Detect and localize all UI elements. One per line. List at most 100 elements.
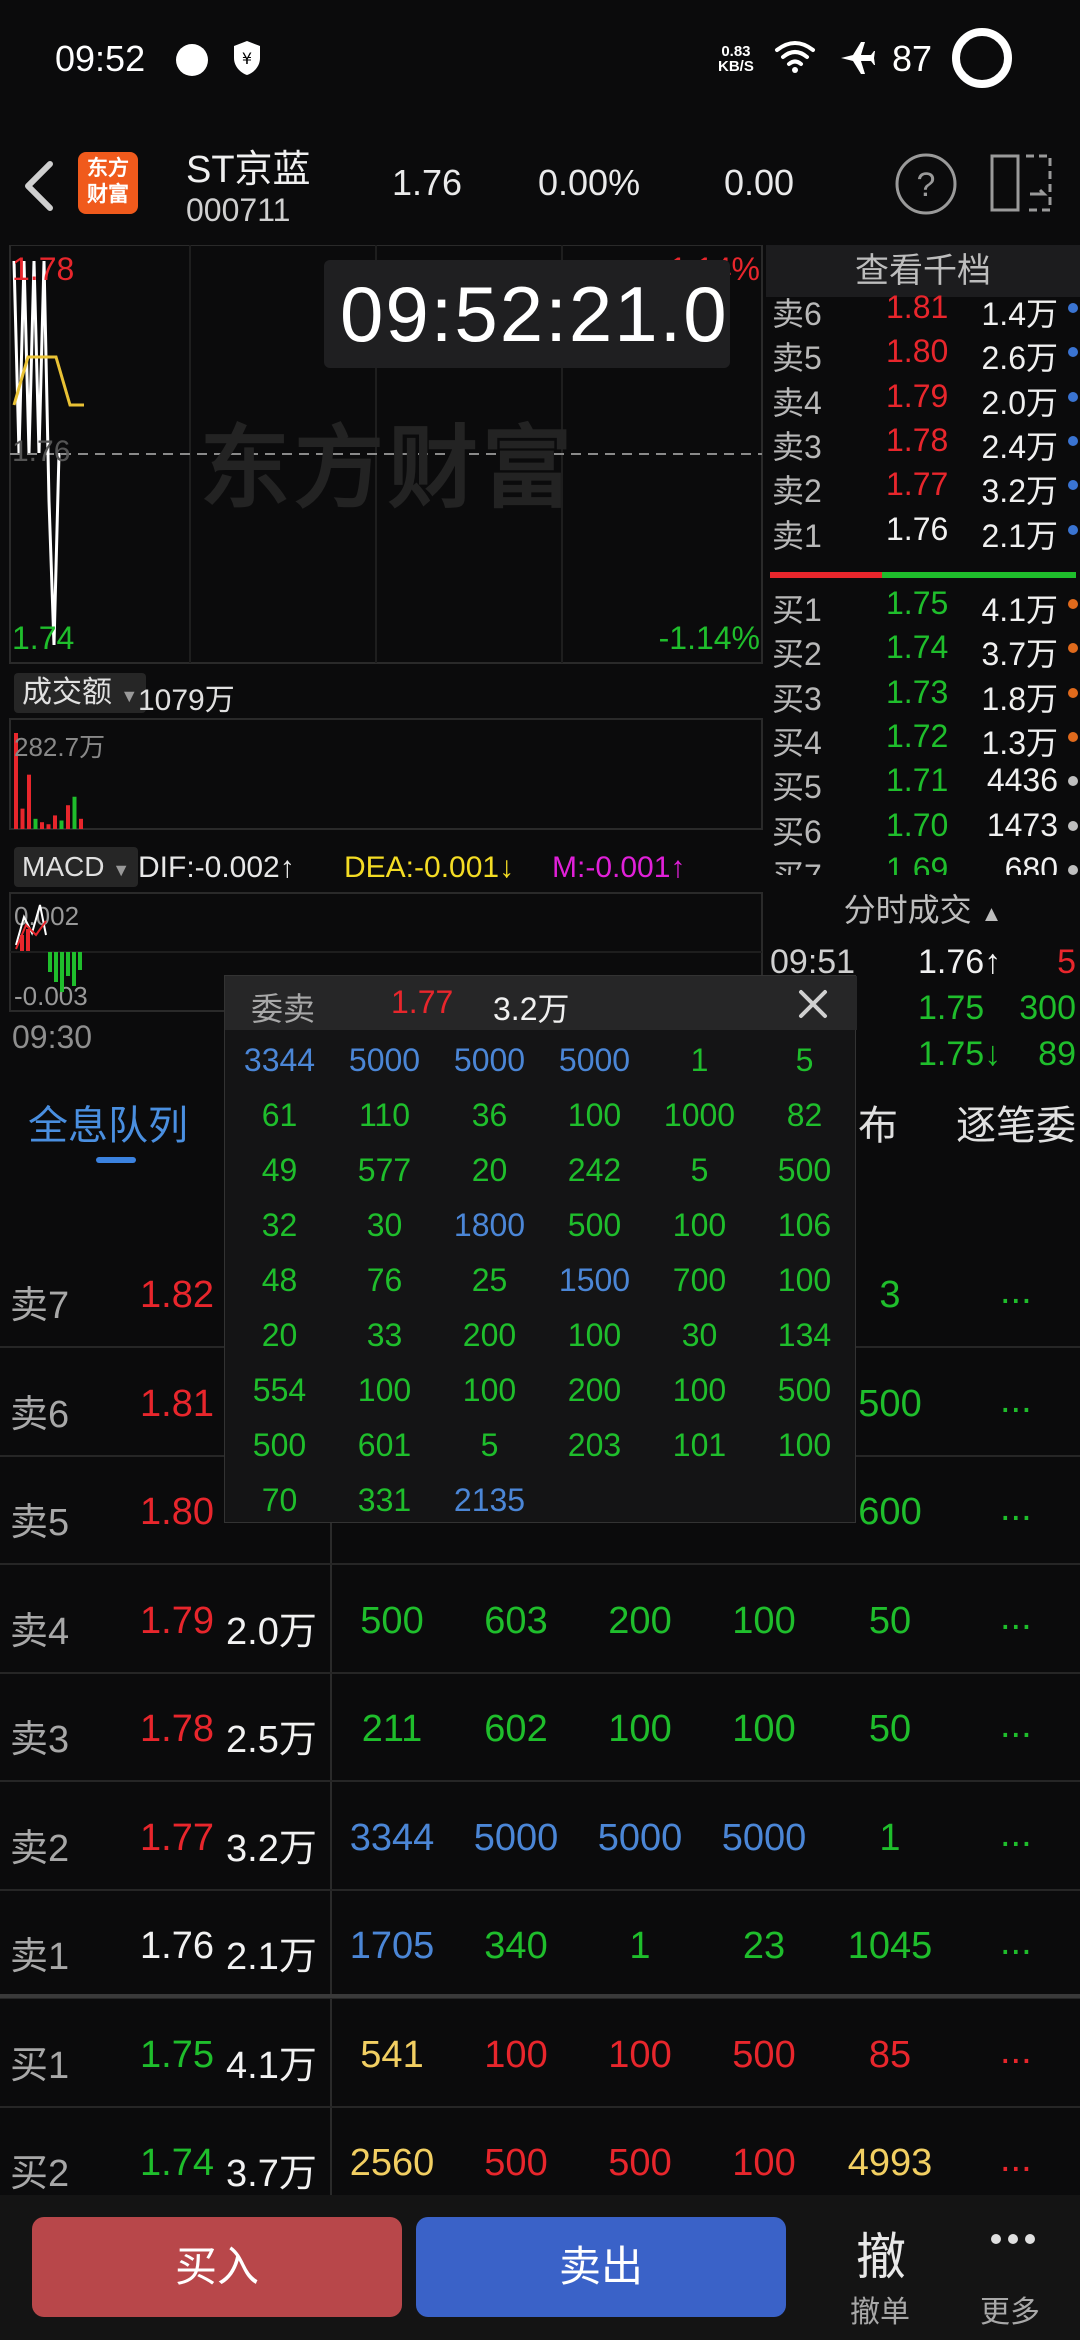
queue-order-size: 2560 bbox=[349, 2142, 435, 2184]
svg-text:¥: ¥ bbox=[242, 49, 252, 68]
popup-order-size: 25 bbox=[471, 1262, 508, 1298]
queue-price: 1.74 bbox=[140, 2142, 214, 2184]
intraday-chart[interactable]: 东方财富 1.78 1.76 1.74 1.14% -1.14% 09:52:2… bbox=[0, 245, 766, 1075]
ask-price: 1.81 bbox=[886, 289, 949, 325]
popup-order-size: 5000 bbox=[348, 1042, 421, 1078]
more-orders-button[interactable]: ... bbox=[1000, 1379, 1032, 1422]
queue-level: 买2 bbox=[10, 2153, 70, 2195]
queue-row[interactable]: 卖1 1.76 2.1万 1705 340 1 23 1045... bbox=[0, 1891, 1080, 1999]
status-dot bbox=[1068, 731, 1078, 742]
bid-row[interactable]: 买5 1.71 4436 bbox=[766, 762, 1080, 806]
more-orders-button[interactable]: ... bbox=[1000, 2030, 1032, 2073]
bid-volume: 1.3万 bbox=[981, 724, 1059, 761]
bid-volume: 4436 bbox=[986, 762, 1058, 799]
more-orders-button[interactable]: ... bbox=[1000, 1596, 1032, 1639]
bid-label: 买1 bbox=[772, 592, 822, 628]
bid-row[interactable]: 买3 1.73 1.8万 bbox=[766, 674, 1080, 718]
status-dot bbox=[1068, 391, 1078, 402]
bid-row[interactable]: 买6 1.70 1473 bbox=[766, 807, 1080, 851]
tab-distribution[interactable]: 布 bbox=[858, 1093, 898, 1151]
bid-label: 买5 bbox=[772, 769, 822, 806]
popup-order-size: 49 bbox=[261, 1152, 298, 1188]
more-orders-button[interactable]: ... bbox=[1000, 2138, 1032, 2181]
bid-row[interactable]: 买4 1.72 1.3万 bbox=[766, 718, 1080, 762]
ask-row[interactable]: 卖4 1.79 2.0万 bbox=[766, 378, 1080, 422]
more-orders-button[interactable]: ... bbox=[1000, 1813, 1032, 1856]
queue-order-size: 541 bbox=[360, 2033, 424, 2076]
queue-level: 卖2 bbox=[10, 1827, 70, 1870]
app-logo: 东方 财富 bbox=[78, 152, 138, 214]
queue-price: 1.81 bbox=[140, 1382, 214, 1425]
queue-row[interactable]: 买1 1.75 4.1万 541 100 100 500 85... bbox=[0, 2000, 1080, 2108]
queue-row[interactable]: 卖3 1.78 2.5万 211 602 100 100 50... bbox=[0, 1674, 1080, 1782]
more-label[interactable]: 更多 bbox=[980, 2287, 1040, 2331]
popup-order-size: 20 bbox=[471, 1152, 508, 1188]
bid-label: 买4 bbox=[772, 724, 822, 761]
ask-row[interactable]: 卖3 1.78 2.4万 bbox=[766, 422, 1080, 466]
bid-volume: 1.8万 bbox=[981, 680, 1059, 717]
queue-order-size: 1045 bbox=[847, 1925, 933, 1967]
popup-order-size: 500 bbox=[777, 1372, 832, 1408]
status-dot bbox=[1068, 303, 1078, 313]
bid-row[interactable]: 买7 1.69 680 bbox=[766, 851, 1080, 875]
buy-button[interactable]: 买入 bbox=[32, 2217, 402, 2317]
popup-order-size: 101 bbox=[672, 1427, 727, 1463]
back-arrow-icon[interactable] bbox=[18, 158, 62, 214]
queue-order-size: 100 bbox=[484, 2033, 548, 2076]
close-icon[interactable] bbox=[793, 984, 833, 1024]
queue-order-size: 50 bbox=[868, 1599, 912, 1642]
tab-full-queue[interactable]: 全息队列 bbox=[28, 1093, 188, 1151]
cancel-order-label[interactable]: 撤单 bbox=[850, 2287, 910, 2331]
popup-order-size: 700 bbox=[672, 1262, 727, 1298]
tab-order-by-order[interactable]: 逐笔委 bbox=[956, 1093, 1076, 1151]
queue-volume: 3.2万 bbox=[226, 1827, 317, 1870]
tick-volume: 5 bbox=[1057, 943, 1076, 981]
bid-row[interactable]: 买2 1.74 3.7万 bbox=[766, 629, 1080, 673]
ask-price: 1.77 bbox=[886, 466, 949, 503]
ask-volume: 2.0万 bbox=[981, 384, 1059, 421]
more-orders-button[interactable]: ... bbox=[1000, 1270, 1032, 1313]
switch-layout-icon[interactable] bbox=[986, 148, 1056, 218]
popup-order-size: 500 bbox=[252, 1427, 307, 1463]
more-orders-button[interactable]: ... bbox=[1000, 1704, 1032, 1747]
ask-row[interactable]: 卖5 1.80 2.6万 bbox=[766, 333, 1080, 377]
battery-ring-icon bbox=[952, 28, 1012, 88]
cancel-order-icon[interactable]: 撤 bbox=[856, 2217, 906, 2289]
popup-order-size: 100 bbox=[567, 1317, 622, 1353]
ask-volume: 3.2万 bbox=[981, 473, 1059, 510]
ask-row[interactable]: 卖6 1.81 1.4万 bbox=[766, 289, 1080, 333]
bid-price: 1.71 bbox=[886, 762, 949, 799]
popup-order-size: 30 bbox=[366, 1207, 403, 1243]
popup-order-size: 76 bbox=[366, 1262, 403, 1298]
queue-order-size: 5000 bbox=[721, 1816, 807, 1859]
ask-volume: 2.4万 bbox=[981, 428, 1059, 465]
popup-grid: 3344 5000 5000 5000 1 5 61 110 36 100 1000 82 49 577 2… bbox=[225, 1030, 857, 1524]
more-orders-button[interactable]: ... bbox=[1000, 1921, 1032, 1964]
sell-button[interactable]: 卖出 bbox=[416, 2217, 786, 2317]
popup-order-size: 100 bbox=[357, 1372, 412, 1408]
queue-order-size: 1 bbox=[879, 1816, 901, 1859]
header-change-pct: 0.00% bbox=[538, 162, 641, 203]
queue-level: 买1 bbox=[10, 2044, 70, 2087]
popup-order-size: 5 bbox=[690, 1152, 709, 1188]
more-dots-icon[interactable] bbox=[990, 2233, 1036, 2245]
queue-order-size: 23 bbox=[742, 1925, 786, 1967]
queue-order-size: 85 bbox=[868, 2033, 912, 2076]
help-icon[interactable]: ? bbox=[894, 152, 958, 216]
ask-row[interactable]: 卖1 1.76 2.1万 bbox=[766, 511, 1080, 555]
ask-volume: 2.6万 bbox=[981, 340, 1059, 377]
popup-order-size: 110 bbox=[358, 1097, 410, 1133]
queue-order-size: 340 bbox=[484, 1925, 548, 1967]
queue-level: 卖5 bbox=[10, 1502, 70, 1544]
bid-row[interactable]: 买1 1.75 4.1万 bbox=[766, 585, 1080, 629]
queue-level: 卖3 bbox=[10, 1719, 70, 1761]
popup-order-size: 100 bbox=[777, 1427, 832, 1463]
bid-price: 1.70 bbox=[886, 806, 949, 843]
macd-histogram bbox=[15, 904, 82, 992]
queue-row[interactable]: 卖2 1.77 3.2万 3344 5000 5000 5000 1... bbox=[0, 1783, 1080, 1891]
ask-row[interactable]: 卖2 1.77 3.2万 bbox=[766, 466, 1080, 510]
popup-order-size: 33 bbox=[366, 1317, 403, 1353]
status-dot bbox=[1068, 776, 1078, 787]
queue-row[interactable]: 卖4 1.79 2.0万 500 603 200 100 50... bbox=[0, 1566, 1080, 1674]
more-orders-button[interactable]: ... bbox=[1000, 1487, 1032, 1530]
